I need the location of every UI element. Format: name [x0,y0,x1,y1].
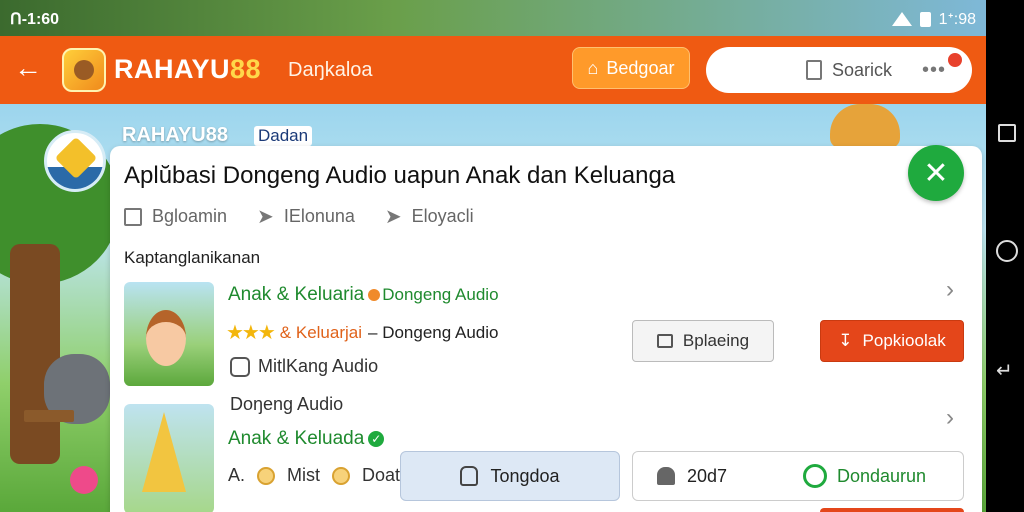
item-1-title[interactable]: Anak & Keluaria Dongeng Audio [228,284,499,306]
header-subtitle: Daŋkaloa [288,59,373,81]
item-2-title[interactable]: Anak & Keluada ✓ [228,428,385,450]
close-button[interactable]: ✕ [908,145,964,201]
badge-icon [332,466,351,485]
item-1-primary-label: Popkioolak [862,331,946,350]
home-icon[interactable] [996,240,1018,262]
status-icons: 1ᐩ:98 [891,9,976,29]
meta-item-2[interactable]: ➤ IElonuna [257,204,355,229]
header-action-label: Bedgoar [606,57,675,78]
download-icon: ↧ [838,331,853,350]
meta-label-3: Eloyacli [411,206,474,226]
gear-icon [230,356,250,377]
meta-row: Bgloamin ➤ IElonuna ➤ Eloyacli [124,204,474,229]
tree-trunk-illustration [10,244,60,464]
item-1-secondary-button[interactable]: Bplaeing [632,320,774,362]
background-brand-text: RAHAYU88 [122,124,228,146]
flower-illustration [70,466,98,494]
meta-item-3[interactable]: ➤ Eloyacli [385,204,474,229]
message-icon [656,334,673,348]
app-logo [62,48,106,92]
item-2-kicker: Doŋeng Audio [230,394,343,415]
arrow-icon: ➤ [384,206,402,228]
split-left[interactable]: 20d7 [633,466,783,487]
star-rating-icon: ★★★ [226,322,276,344]
split-right[interactable]: Dondaurun [783,464,926,488]
refresh-icon [803,464,827,488]
item-1-rating: ★★★ & Keluarjai – Dongeng Audio [226,320,498,345]
brand-prefix: RAHAYU [114,54,231,84]
square-icon [124,207,142,226]
status-clock: 1ᐩ:98 [938,11,976,28]
item-2-meta-a: A. [228,465,246,485]
section-label: Kaptanglanikanan [124,248,261,267]
item-1-sub-text: MitlKang Audio [258,356,379,376]
battery-icon [919,11,931,27]
meta-label-1: Bgloamin [152,206,228,226]
orange-dot-icon [368,288,381,301]
app-screen: ᑎ-1:60 1ᐩ:98 ← RAHAYU88 Daŋkaloa ⌂ Bedgo… [0,0,986,512]
pin-icon [948,53,962,67]
background-badge: Dadan [254,126,313,146]
item-1-tag: Dongeng Audio [382,285,499,304]
tooth-icon [460,466,479,486]
chevron-right-icon[interactable]: › [946,404,954,432]
item-1-rating-label: & Keluarjai [279,322,363,342]
meta-label-2: IElonuna [283,206,355,226]
bell-icon [657,467,675,485]
split-right-label: Dondaurun [837,465,927,486]
item-2-kicker-text: Doŋeng Audio [230,394,344,414]
status-bar: ᑎ-1:60 1ᐩ:98 [0,0,986,36]
coin-icon [257,466,276,485]
item-2-blue-button[interactable]: Tongdoa [400,451,620,501]
arrow-icon: ➤ [257,206,274,228]
search-label: Soarick [832,59,893,80]
item-1-primary-button[interactable]: ↧ Popkioolak [820,320,964,362]
check-icon: ✓ [368,430,385,447]
house-icon: ⌂ [587,57,599,78]
more-dots-icon[interactable]: ••• [922,59,946,82]
avatar[interactable] [44,130,106,192]
close-icon: ✕ [923,156,949,190]
recent-apps-icon[interactable] [998,124,1016,142]
item-2-blue-label: Tongdoa [490,465,560,486]
system-back-icon[interactable]: ↵ [996,360,1018,382]
bench-illustration [24,410,74,422]
app-bar: ← RAHAYU88 Daŋkaloa ⌂ Bedgoar Soarick ••… [0,36,986,104]
panel-title: Aplŭbasi Dongeng Audio uapun Anak dan Ke… [124,162,676,189]
status-time: ᑎ-1:60 [10,11,60,28]
document-icon [806,60,822,80]
item-2-meta-b: Mist [287,465,321,485]
brand-name: RAHAYU88 [114,54,261,85]
split-left-label: 20d7 [687,465,728,486]
meta-item-1[interactable]: Bgloamin [124,204,227,229]
wifi-icon [891,12,912,26]
item-2-split-button[interactable]: 20d7 Dondaurun [632,451,964,501]
item-1-sub-line: MitlKang Audio [230,356,378,377]
item-2-meta: A. Mist Doatn [228,465,410,486]
header-action-button[interactable]: ⌂ Bedgoar [572,47,690,89]
back-arrow-icon[interactable]: ← [14,54,42,82]
item-1-rating-suffix: – Dongeng Audio [368,322,499,342]
item-2-title-text: Anak & Keluada [228,428,365,449]
next-item-button-partial[interactable] [820,508,964,512]
brand-suffix: 88 [230,54,262,84]
item-1-title-text: Anak & Keluaria [228,284,365,305]
chevron-right-icon[interactable]: › [946,276,954,304]
item-thumbnail-2[interactable] [124,404,214,512]
item-thumbnail-1[interactable] [124,282,214,386]
lion-illustration [830,104,900,148]
search-pill[interactable]: Soarick ••• [706,47,972,93]
item-1-secondary-label: Bplaeing [682,331,750,350]
avatar-shirt [47,167,103,189]
